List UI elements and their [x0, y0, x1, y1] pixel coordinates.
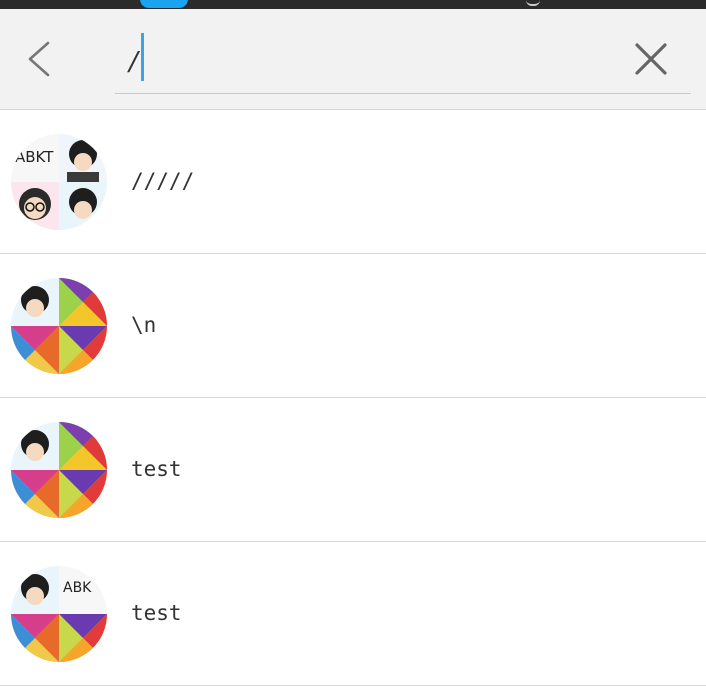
- search-input[interactable]: /: [129, 45, 138, 79]
- list-item[interactable]: ABK test: [0, 542, 706, 686]
- list-item-label: test: [131, 457, 182, 481]
- back-button[interactable]: [18, 37, 62, 81]
- close-icon: [635, 43, 667, 75]
- clear-button[interactable]: [628, 36, 674, 82]
- status-notification-pill: [140, 0, 188, 8]
- search-field[interactable]: /: [115, 29, 691, 94]
- list-item-label: \n: [131, 313, 157, 337]
- list-item[interactable]: test: [0, 398, 706, 542]
- list-item-label: /////: [131, 169, 195, 193]
- chevron-left-icon: [28, 41, 50, 77]
- svg-text:ABK: ABK: [63, 580, 92, 596]
- svg-text:ABKT: ABKT: [15, 148, 54, 166]
- text-cursor: [141, 33, 144, 81]
- results-list: ABKT ///// \n test ABK test: [0, 110, 706, 686]
- avatar: [11, 278, 107, 374]
- avatar: ABKT: [11, 134, 107, 230]
- avatar: ABK: [11, 566, 107, 662]
- list-item-label: test: [131, 601, 182, 625]
- list-item[interactable]: \n: [0, 254, 706, 398]
- status-bar: [0, 0, 706, 9]
- list-item[interactable]: ABKT /////: [0, 110, 706, 254]
- search-header: /: [0, 9, 706, 110]
- avatar: [11, 422, 107, 518]
- status-indicator: [526, 0, 540, 6]
